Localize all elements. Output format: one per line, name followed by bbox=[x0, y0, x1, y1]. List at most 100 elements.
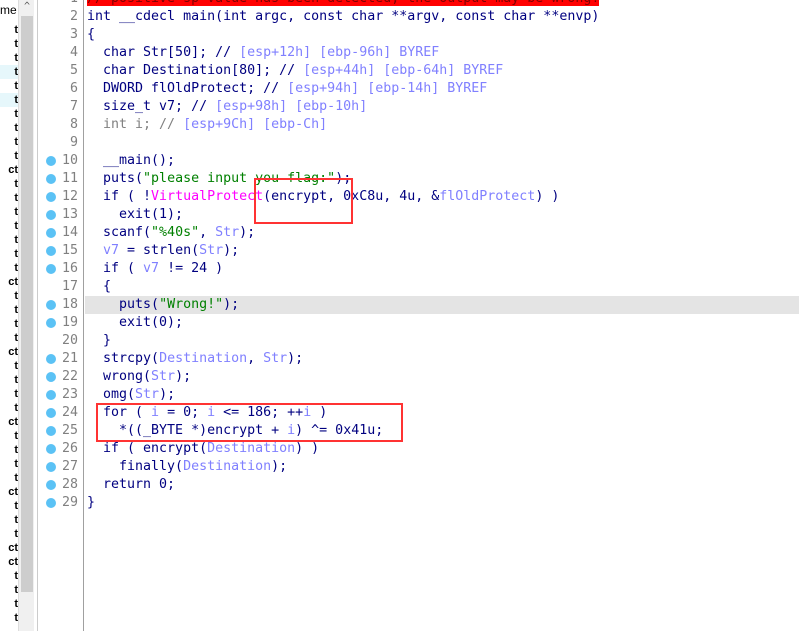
function-list-item[interactable]: t bbox=[0, 457, 18, 471]
code-line[interactable]: char Str[50]; // [esp+12h] [ebp-96h] BYR… bbox=[85, 44, 799, 62]
function-list-scrollbar[interactable]: ^ bbox=[18, 0, 34, 631]
function-list-item[interactable]: t bbox=[0, 401, 18, 415]
breakpoint-dot-icon[interactable] bbox=[46, 246, 56, 256]
code-line[interactable]: if ( encrypt(Destination) ) bbox=[85, 440, 799, 458]
function-list-item[interactable]: t bbox=[0, 191, 18, 205]
function-list-item[interactable]: t bbox=[0, 513, 18, 527]
breakpoint-dot-icon[interactable] bbox=[46, 300, 56, 310]
function-list-item[interactable]: t bbox=[0, 261, 18, 275]
function-list-item[interactable]: t bbox=[0, 443, 18, 457]
function-list-item[interactable]: ct bbox=[0, 485, 18, 499]
code-line[interactable]: omg(Str); bbox=[85, 386, 799, 404]
code-token: Destination bbox=[159, 351, 248, 366]
scrollbar-thumb[interactable] bbox=[21, 16, 33, 592]
code-line[interactable]: scanf("%40s", Str); bbox=[85, 224, 799, 242]
function-list-item[interactable]: t bbox=[0, 499, 18, 513]
function-list-item[interactable]: t bbox=[0, 289, 18, 303]
breakpoint-dot-icon[interactable] bbox=[46, 354, 56, 364]
line-number: 27 bbox=[38, 458, 84, 476]
function-list-item[interactable]: ct bbox=[0, 415, 18, 429]
code-line[interactable]: { bbox=[85, 26, 799, 44]
code-line[interactable]: finally(Destination); bbox=[85, 458, 799, 476]
function-list-item[interactable]: t bbox=[0, 359, 18, 373]
code-line[interactable]: } bbox=[85, 494, 799, 512]
line-number-text: 10 bbox=[61, 153, 78, 168]
code-line[interactable]: size_t v7; // [esp+98h] [ebp-10h] bbox=[85, 98, 799, 116]
breakpoint-dot-icon[interactable] bbox=[46, 498, 56, 508]
breakpoint-dot-icon[interactable] bbox=[46, 228, 56, 238]
function-list-item[interactable]: t bbox=[0, 331, 18, 345]
code-line[interactable]: DWORD flOldProtect; // [esp+94h] [ebp-14… bbox=[85, 80, 799, 98]
function-list-item[interactable]: t bbox=[0, 177, 18, 191]
function-list-item[interactable]: t bbox=[0, 23, 18, 37]
code-line[interactable]: return 0; bbox=[85, 476, 799, 494]
function-list-item[interactable]: t bbox=[0, 79, 18, 93]
pseudocode-view[interactable]: // positive sp value has been detected, … bbox=[85, 0, 799, 631]
code-line[interactable]: int i; // [esp+9Ch] [ebp-Ch] bbox=[85, 116, 799, 134]
function-list-item[interactable]: ct bbox=[0, 163, 18, 177]
code-line[interactable]: strcpy(Destination, Str); bbox=[85, 350, 799, 368]
function-list-item[interactable]: t bbox=[0, 247, 18, 261]
function-list-item[interactable]: ct bbox=[0, 275, 18, 289]
scroll-up-icon[interactable]: ^ bbox=[19, 0, 35, 16]
code-line[interactable]: puts("please input you flag:"); bbox=[85, 170, 799, 188]
code-line[interactable]: int __cdecl main(int argc, const char **… bbox=[85, 8, 799, 26]
code-token: , bbox=[199, 225, 216, 240]
breakpoint-dot-icon[interactable] bbox=[46, 264, 56, 274]
breakpoint-dot-icon[interactable] bbox=[46, 174, 56, 184]
function-list-item[interactable]: t bbox=[0, 387, 18, 401]
code-line[interactable]: char Destination[80]; // [esp+44h] [ebp-… bbox=[85, 62, 799, 80]
code-line[interactable]: // positive sp value has been detected, … bbox=[85, 0, 799, 8]
breakpoint-dot-icon[interactable] bbox=[46, 318, 56, 328]
function-list-item[interactable]: t bbox=[0, 569, 18, 583]
function-list-item[interactable]: t bbox=[0, 93, 18, 107]
function-name-column-header[interactable]: me bbox=[0, 3, 17, 17]
breakpoint-dot-icon[interactable] bbox=[46, 390, 56, 400]
code-line[interactable]: if ( v7 != 24 ) bbox=[85, 260, 799, 278]
breakpoint-dot-icon[interactable] bbox=[46, 372, 56, 382]
function-list-item[interactable]: t bbox=[0, 583, 18, 597]
function-list-item[interactable]: ct bbox=[0, 555, 18, 569]
breakpoint-dot-icon[interactable] bbox=[46, 444, 56, 454]
function-list-item[interactable]: t bbox=[0, 527, 18, 541]
function-list-item[interactable]: t bbox=[0, 317, 18, 331]
code-line[interactable]: puts("Wrong!"); bbox=[85, 296, 799, 314]
function-list-item[interactable]: t bbox=[0, 303, 18, 317]
line-number: 17 bbox=[38, 278, 84, 296]
breakpoint-dot-icon[interactable] bbox=[46, 462, 56, 472]
code-line[interactable]: v7 = strlen(Str); bbox=[85, 242, 799, 260]
function-list-item[interactable]: t bbox=[0, 121, 18, 135]
function-list-item[interactable]: t bbox=[0, 611, 18, 625]
function-list-item[interactable]: t bbox=[0, 107, 18, 121]
code-line[interactable]: } bbox=[85, 332, 799, 350]
function-list-item[interactable]: ct bbox=[0, 541, 18, 555]
code-line[interactable]: { bbox=[85, 278, 799, 296]
code-line[interactable] bbox=[85, 134, 799, 152]
code-line[interactable]: if ( !VirtualProtect(encrypt, 0xC8u, 4u,… bbox=[85, 188, 799, 206]
breakpoint-dot-icon[interactable] bbox=[46, 408, 56, 418]
function-list-item[interactable]: ct bbox=[0, 345, 18, 359]
code-line[interactable]: wrong(Str); bbox=[85, 368, 799, 386]
function-list-item[interactable]: t bbox=[0, 373, 18, 387]
function-list-item[interactable]: t bbox=[0, 429, 18, 443]
breakpoint-dot-icon[interactable] bbox=[46, 192, 56, 202]
function-list-item[interactable]: t bbox=[0, 597, 18, 611]
function-list-item[interactable]: t bbox=[0, 219, 18, 233]
code-line[interactable]: exit(1); bbox=[85, 206, 799, 224]
function-list-item[interactable]: t bbox=[0, 149, 18, 163]
function-list-item[interactable]: t bbox=[0, 51, 18, 65]
breakpoint-dot-icon[interactable] bbox=[46, 426, 56, 436]
code-line[interactable]: exit(0); bbox=[85, 314, 799, 332]
code-line[interactable]: __main(); bbox=[85, 152, 799, 170]
function-list-item[interactable]: t bbox=[0, 65, 18, 79]
breakpoint-dot-icon[interactable] bbox=[46, 480, 56, 490]
function-list-item[interactable]: t bbox=[0, 205, 18, 219]
function-list-item[interactable]: t bbox=[0, 135, 18, 149]
breakpoint-dot-icon[interactable] bbox=[46, 210, 56, 220]
function-list-item[interactable]: t bbox=[0, 233, 18, 247]
function-list-item[interactable]: t bbox=[0, 471, 18, 485]
function-list-item[interactable]: t bbox=[0, 37, 18, 51]
breakpoint-dot-icon[interactable] bbox=[46, 156, 56, 166]
code-token: ); bbox=[287, 351, 304, 366]
code-token: , bbox=[247, 351, 264, 366]
